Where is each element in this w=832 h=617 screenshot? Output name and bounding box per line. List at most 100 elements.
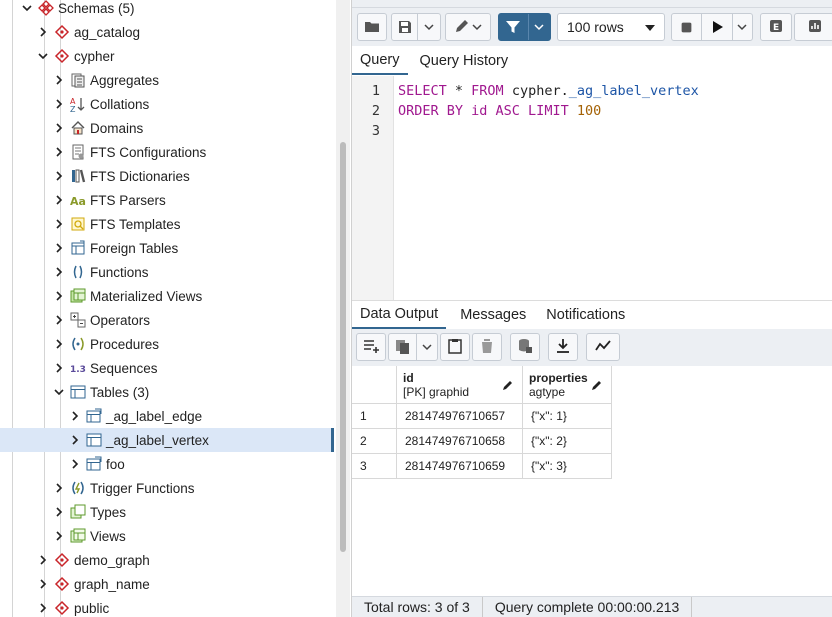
tab-notifications[interactable]: Notifications (538, 300, 633, 329)
chevron-right-icon[interactable] (52, 361, 66, 375)
execute-group (671, 13, 753, 41)
row-number[interactable]: 3 (352, 454, 397, 479)
stop-icon[interactable] (672, 21, 701, 34)
tree-item-domains[interactable]: Domains (0, 116, 334, 140)
tree-item-types[interactable]: Types (0, 500, 334, 524)
delete-button[interactable] (472, 333, 502, 361)
grid-corner-cell[interactable] (352, 366, 397, 404)
filter-button[interactable] (498, 13, 551, 41)
tree-item-foo[interactable]: foo (0, 452, 334, 476)
chevron-right-icon[interactable] (52, 169, 66, 183)
tree-item-schemas[interactable]: Schemas (5) (0, 0, 334, 20)
svg-text:E: E (773, 23, 779, 33)
tree-item-sequences[interactable]: 1.3 Sequences (0, 356, 334, 380)
pencil-icon[interactable] (502, 379, 514, 391)
tab-data-output[interactable]: Data Output (352, 300, 447, 329)
chevron-down-icon[interactable] (36, 49, 50, 63)
pencil-icon[interactable] (591, 379, 603, 391)
chevron-right-icon[interactable] (52, 121, 66, 135)
save-data-button[interactable] (510, 333, 540, 361)
chevron-down-icon[interactable] (529, 22, 550, 32)
tree-item-materialized-views[interactable]: Materialized Views (0, 284, 334, 308)
chevron-right-icon[interactable] (68, 409, 82, 423)
row-number[interactable]: 2 (352, 429, 397, 454)
tree-item-foreign-tables[interactable]: Foreign Tables (0, 236, 334, 260)
cell-id[interactable]: 281474976710658 (397, 429, 523, 454)
tree-item-cypher[interactable]: cypher (0, 44, 334, 68)
foreign-tables-icon (70, 240, 86, 256)
tree-item-views[interactable]: Views (0, 524, 334, 548)
tree-item-collations[interactable]: AZ Collations (0, 92, 334, 116)
save-icon (392, 19, 417, 35)
chevron-right-icon[interactable] (36, 601, 50, 615)
chevron-right-icon[interactable] (52, 193, 66, 207)
cell-properties[interactable]: {"x": 3} (523, 454, 612, 479)
tree-item-fts-dictionaries[interactable]: FTS Dictionaries (0, 164, 334, 188)
chevron-right-icon[interactable] (52, 145, 66, 159)
tree-item-operators[interactable]: Operators (0, 308, 334, 332)
chevron-right-icon[interactable] (52, 313, 66, 327)
tab-messages[interactable]: Messages (452, 300, 534, 329)
chevron-right-icon[interactable] (52, 337, 66, 351)
add-row-button[interactable] (356, 333, 386, 361)
tree-item-aggregates[interactable]: Aggregates (0, 68, 334, 92)
schemas-icon (38, 0, 54, 16)
chevron-right-icon[interactable] (52, 289, 66, 303)
paste-button[interactable] (440, 333, 470, 361)
chevron-right-icon[interactable] (52, 241, 66, 255)
column-header-properties[interactable]: properties agtype (523, 366, 612, 404)
edit-button[interactable] (445, 13, 491, 41)
column-header-id[interactable]: id [PK] graphid (397, 366, 523, 404)
chevron-right-icon[interactable] (52, 529, 66, 543)
open-file-button[interactable] (357, 13, 387, 41)
play-icon[interactable] (702, 19, 731, 35)
rows-limit-select[interactable]: 100 rows (557, 13, 665, 41)
chevron-right-icon[interactable] (52, 505, 66, 519)
chevron-right-icon[interactable] (36, 577, 50, 591)
chevron-down-icon[interactable] (732, 22, 752, 32)
chevron-down-icon[interactable] (52, 385, 66, 399)
tree-scrollbar-thumb[interactable] (340, 142, 346, 552)
row-number[interactable]: 1 (352, 404, 397, 429)
tree-item-graph-name[interactable]: graph_name (0, 572, 334, 596)
chevron-down-icon[interactable] (20, 1, 34, 15)
tab-query-history[interactable]: Query History (412, 46, 517, 75)
chevron-right-icon[interactable] (36, 25, 50, 39)
explain-button[interactable]: E (760, 13, 792, 41)
cell-properties[interactable]: {"x": 2} (523, 429, 612, 454)
chevron-right-icon[interactable] (52, 217, 66, 231)
tab-query[interactable]: Query (352, 46, 408, 75)
tree-item-trigger-functions[interactable]: Trigger Functions (0, 476, 334, 500)
chevron-right-icon[interactable] (68, 457, 82, 471)
chevron-right-icon[interactable] (68, 433, 82, 447)
tree-item-ag-label-edge[interactable]: _ag_label_edge (0, 404, 334, 428)
save-file-button[interactable] (391, 13, 441, 41)
tree-item-functions[interactable]: Functions (0, 260, 334, 284)
tree-item-fts-configurations[interactable]: FTS Configurations (0, 140, 334, 164)
chevron-right-icon[interactable] (52, 265, 66, 279)
tree-item-fts-parsers[interactable]: Aa FTS Parsers (0, 188, 334, 212)
cell-id[interactable]: 281474976710659 (397, 454, 523, 479)
download-button[interactable] (548, 333, 578, 361)
chevron-down-icon[interactable] (418, 22, 440, 32)
tree-item-fts-templates[interactable]: FTS Templates (0, 212, 334, 236)
tree-item-ag-catalog[interactable]: ag_catalog (0, 20, 334, 44)
tree-item-tables[interactable]: Tables (3) (0, 380, 334, 404)
cell-properties[interactable]: {"x": 1} (523, 404, 612, 429)
status-bar: Total rows: 3 of 3 Query complete 00:00:… (352, 596, 832, 617)
tree-item-ag-label-vertex[interactable]: _ag_label_vertex (0, 428, 334, 452)
explain-analyze-button[interactable] (794, 13, 832, 41)
chevron-right-icon[interactable] (36, 553, 50, 567)
chevron-down-icon[interactable] (417, 342, 437, 352)
cell-id[interactable]: 281474976710657 (397, 404, 523, 429)
chevron-right-icon[interactable] (52, 481, 66, 495)
chevron-right-icon[interactable] (52, 73, 66, 87)
graph-visualiser-button[interactable] (586, 333, 620, 361)
copy-button[interactable] (388, 333, 438, 361)
tree-item-public[interactable]: public (0, 596, 334, 617)
tree-item-procedures[interactable]: Procedures (0, 332, 334, 356)
download-icon (555, 338, 571, 357)
tree-item-demo-graph[interactable]: demo_graph (0, 548, 334, 572)
sql-editor[interactable]: 1 2 3 SELECT * FROM cypher._ag_label_ver… (352, 76, 832, 300)
chevron-right-icon[interactable] (52, 97, 66, 111)
